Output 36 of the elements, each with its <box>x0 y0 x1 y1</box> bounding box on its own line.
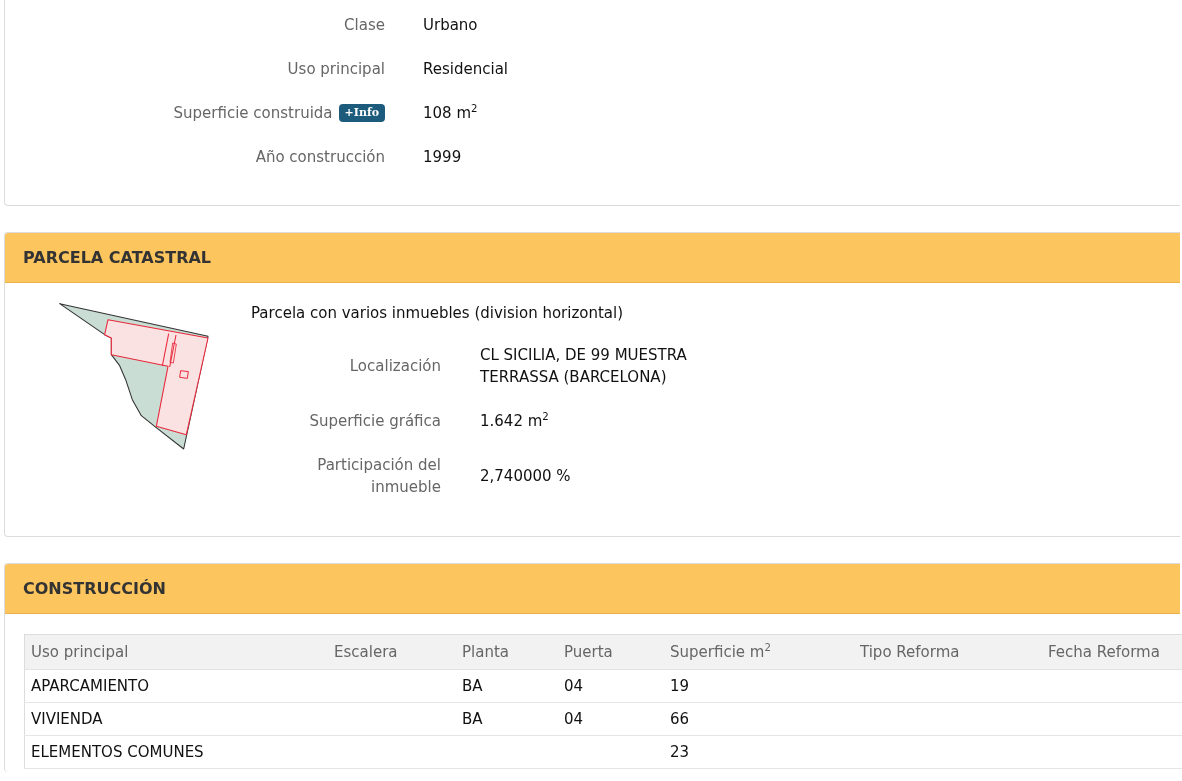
section-title: CONSTRUCCIÓN <box>23 578 166 599</box>
table-cell: 66 <box>664 702 854 736</box>
field-label: Superficie construida <box>173 103 333 123</box>
field-label: Clase <box>344 15 385 35</box>
column-header: Superficie m$^{2}$ <box>664 634 854 670</box>
field-label: Uso principal <box>287 59 385 79</box>
table-cell: BA <box>456 669 558 703</box>
column-header: Escalera <box>328 634 456 670</box>
parcel-description: Parcela con varios inmuebles (division horizontal) <box>251 303 625 323</box>
field-value: Urbano <box>423 15 478 35</box>
table-cell: ELEMENTOS COMUNES <box>24 735 328 769</box>
field-value: 2,740000 % <box>480 466 571 487</box>
table-cell: 04 <box>558 702 664 736</box>
section-title: PARCELA CATASTRAL <box>23 247 212 268</box>
field-value: 1.642 m$^{2}$ <box>480 410 549 432</box>
field-label: Superficie gráfica <box>309 411 441 432</box>
field-value: 1999 <box>423 147 462 167</box>
column-header: Fecha Reforma <box>1042 634 1182 670</box>
table-cell: APARCAMIENTO <box>24 669 328 703</box>
field-label: Localización <box>349 356 441 377</box>
column-header: Tipo Reforma <box>854 634 1042 670</box>
table-cell: 04 <box>558 669 664 703</box>
field-value: CL SICILIA, DE 99 MUESTRA <box>480 345 687 366</box>
field-value: 108 m$^{2}$ <box>423 103 478 123</box>
column-header: Puerta <box>558 634 664 670</box>
field-label: Año construcción <box>255 147 385 167</box>
field-value: TERRASSA (BARCELONA) <box>480 367 667 388</box>
column-header: Planta <box>456 634 558 670</box>
info-button[interactable]: +Info <box>338 104 385 122</box>
table-cell: 23 <box>664 735 854 769</box>
field-label: Participación del inmueble <box>316 455 441 498</box>
table-cell: VIVIENDA <box>24 702 328 736</box>
table-cell: 19 <box>664 669 854 703</box>
field-value: Residencial <box>423 59 508 79</box>
table-cell: BA <box>456 702 558 736</box>
column-header: Uso principal <box>24 634 328 670</box>
